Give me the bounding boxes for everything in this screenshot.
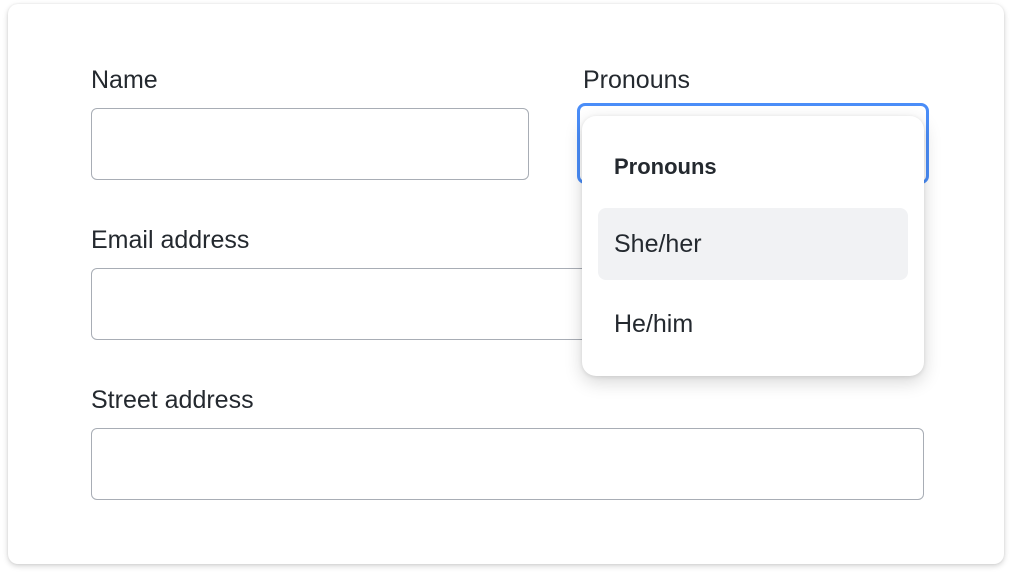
option-she-her[interactable]: She/her [598,208,908,280]
option-he-him[interactable]: He/him [598,288,908,360]
street-address-input[interactable] [91,428,924,500]
email-label: Email address [91,226,250,254]
pronouns-dropdown-menu: Pronouns She/her He/him [582,116,924,376]
name-input[interactable] [91,108,529,180]
name-label: Name [91,66,158,94]
dropdown-header: Pronouns [614,154,717,179]
pronouns-label: Pronouns [583,66,691,94]
street-address-label: Street address [91,386,254,414]
